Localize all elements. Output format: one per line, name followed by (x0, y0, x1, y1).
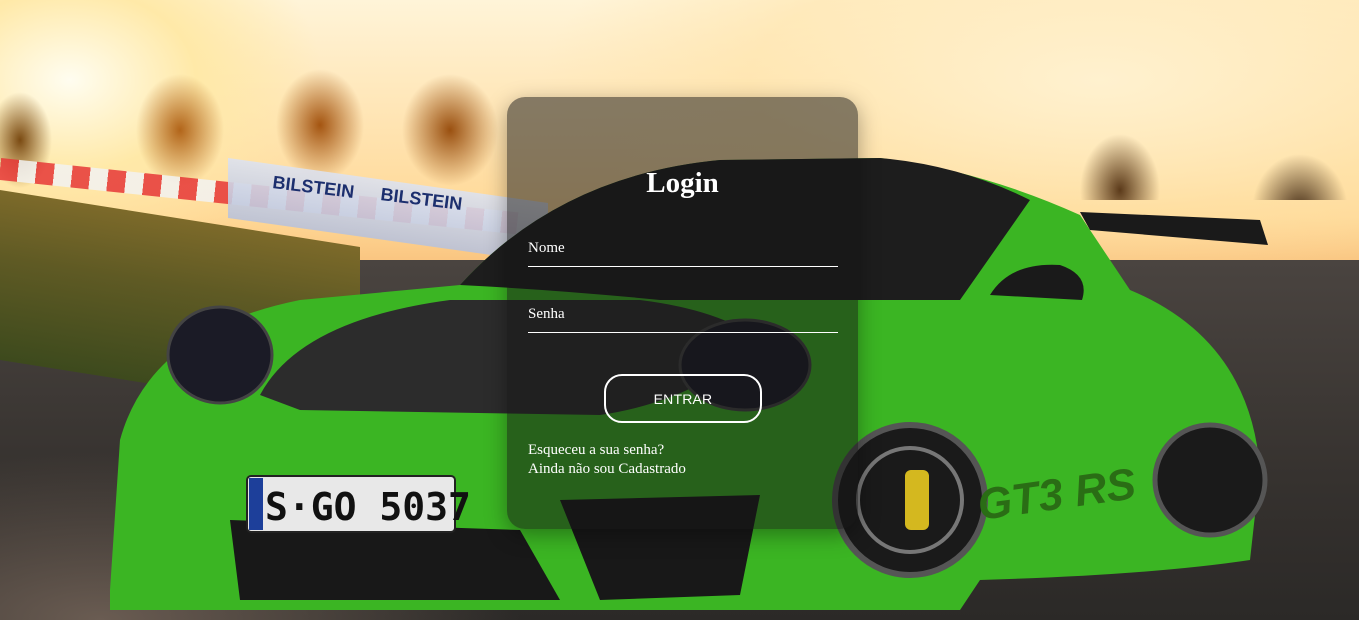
login-submit-button[interactable]: ENTRAR (604, 374, 762, 423)
password-input[interactable] (528, 303, 838, 332)
brake-caliper (905, 470, 929, 530)
login-title: Login (646, 167, 719, 199)
banner-text-2: BILSTEIN (380, 184, 464, 214)
name-input[interactable] (528, 237, 838, 266)
login-card: Login Nome Senha ENTRAR Esqueceu a sua s… (507, 97, 858, 529)
plate-eu-strip (249, 478, 263, 530)
name-field[interactable]: Nome (528, 237, 838, 267)
rear-wing (1080, 212, 1268, 245)
left-headlight (166, 305, 274, 405)
password-field[interactable]: Senha (528, 303, 838, 333)
plate-text: S·GO 5037 (265, 485, 471, 529)
forgot-password-link[interactable]: Esqueceu a sua senha? (528, 442, 664, 459)
rear-wheel (1152, 422, 1268, 538)
register-link[interactable]: Ainda não sou Cadastrado (528, 461, 686, 478)
banner-text: BILSTEIN (272, 172, 356, 202)
